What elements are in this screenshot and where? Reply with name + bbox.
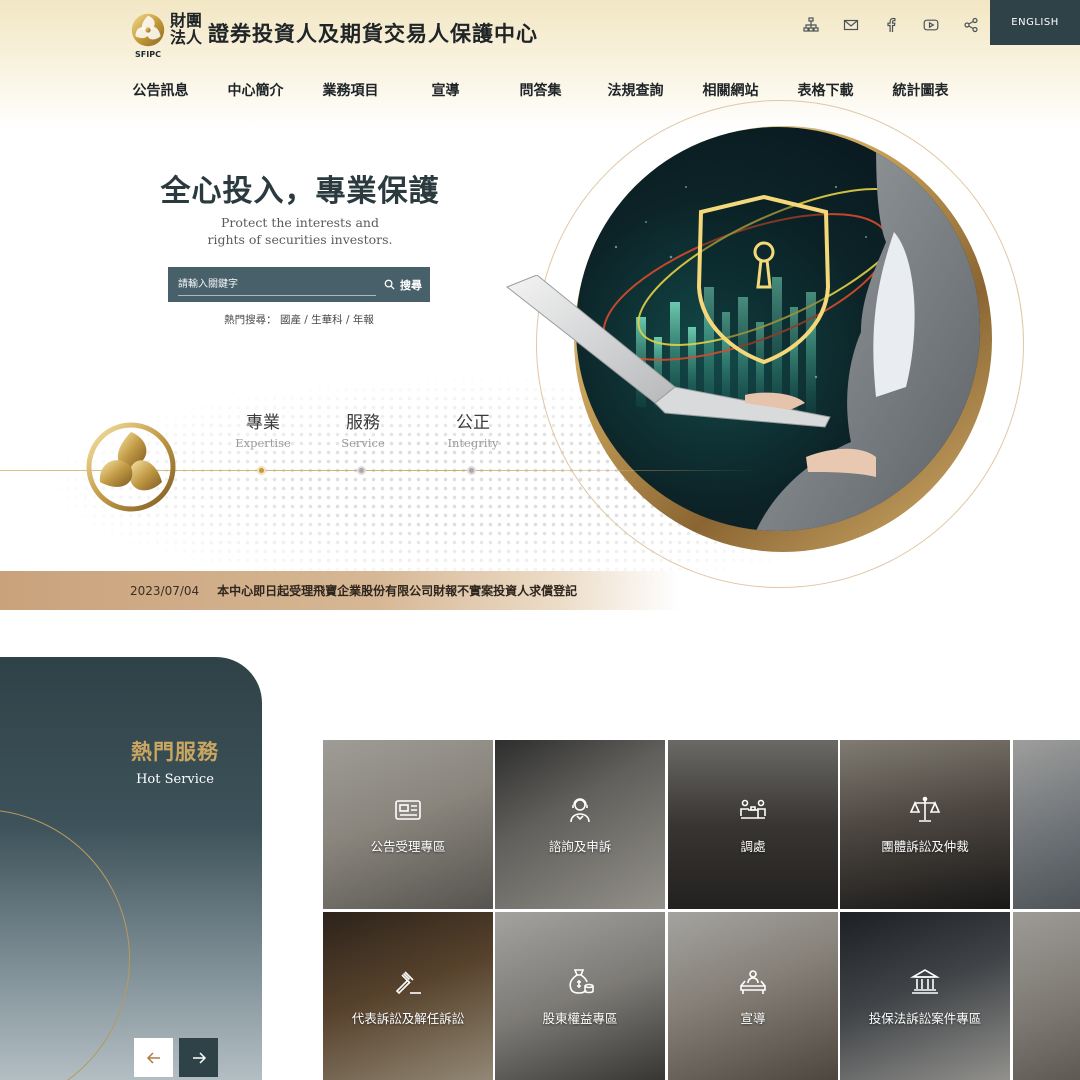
tile-label: 投保法訴訟案件專區: [868, 1011, 982, 1026]
value-label-en: Integrity: [447, 436, 499, 450]
logo-org-name: 證券投資人及期貨交易人保護中心: [208, 21, 539, 46]
panel-decorative-circle: [0, 809, 130, 1080]
main-navigation: 公告訊息 中心簡介 業務項目 宣導 問答集 法規查詢 相關網站 表格下載 統計圖…: [113, 80, 968, 100]
hot-search: 熱門搜尋： 國產 / 生華科 / 年報: [168, 312, 430, 327]
scales-icon: [909, 794, 941, 826]
value-integrity: 公正 Integrity: [423, 408, 523, 450]
nav-item-statistics[interactable]: 統計圖表: [873, 80, 968, 100]
value-label-zh: 公正: [456, 413, 490, 433]
lecture-icon: [737, 966, 769, 998]
arrow-right-icon: [192, 1051, 206, 1064]
mail-icon[interactable]: [840, 14, 862, 36]
search-button-label: 搜尋: [400, 278, 422, 292]
tile-label: 團體訴訟及仲裁: [881, 839, 969, 854]
search-icon: [384, 279, 395, 290]
hot-search-keyword[interactable]: 生華科: [311, 314, 343, 326]
nav-item-advocacy[interactable]: 宣導: [398, 80, 493, 100]
customer-service-icon: [564, 794, 596, 826]
hero-subtitle: Protect the interests and rights of secu…: [150, 214, 450, 248]
tile-mediation[interactable]: 調處: [668, 740, 838, 909]
tile-partial-next[interactable]: [1013, 740, 1080, 909]
value-service: 服務 Service: [313, 408, 413, 450]
tile-consultation-complaint[interactable]: 諮詢及申訴: [495, 740, 665, 909]
youtube-icon[interactable]: [920, 14, 942, 36]
nav-item-regulations[interactable]: 法規查詢: [588, 80, 683, 100]
nav-item-forms[interactable]: 表格下載: [778, 80, 873, 100]
hot-service-subtitle: Hot Service: [136, 772, 214, 787]
value-label-zh: 專業: [246, 413, 280, 433]
gavel-icon: [392, 966, 424, 998]
search-box: 搜尋: [168, 267, 430, 302]
search-input[interactable]: [178, 273, 376, 296]
news-headline-link[interactable]: 本中心即日起受理飛寶企業股份有限公司財報不實案投資人求償登記: [217, 582, 577, 599]
news-ticker: 2023/07/04 本中心即日起受理飛寶企業股份有限公司財報不實案投資人求償登…: [0, 571, 680, 610]
sfipc-emblem-icon: SFIPC: [130, 12, 166, 60]
logo-prefix-line-2: 法人: [170, 28, 203, 47]
value-dot-service[interactable]: [357, 466, 366, 475]
hero-subtitle-line-2: rights of securities investors.: [207, 232, 393, 247]
tile-class-action-arbitration[interactable]: 團體訴訟及仲裁: [840, 740, 1010, 909]
nav-item-announcements[interactable]: 公告訊息: [113, 80, 208, 100]
carousel-prev-button[interactable]: [134, 1038, 173, 1077]
hot-service-tiles: 公告受理專區 諮詢及申訴 調處 團體訴訟及仲裁 代表訴訟及解任訴訟 股東權益專區…: [323, 740, 1080, 1080]
laptop-illustration: [505, 274, 835, 435]
tile-partial-next[interactable]: [1013, 912, 1080, 1080]
nav-item-faq[interactable]: 問答集: [493, 80, 588, 100]
value-label-en: Service: [341, 436, 385, 450]
utility-bar: [800, 14, 982, 36]
carousel-next-button[interactable]: [179, 1038, 218, 1077]
hot-service-panel: [0, 657, 262, 1080]
hot-search-label: 熱門搜尋：: [224, 314, 277, 326]
english-language-button[interactable]: ENGLISH: [990, 0, 1080, 45]
tile-label: 股東權益專區: [542, 1011, 618, 1026]
hot-search-keyword[interactable]: 年報: [353, 314, 374, 326]
tile-label: 宣導: [740, 1011, 766, 1026]
arrow-left-icon: [146, 1051, 160, 1064]
value-expertise: 專業 Expertise: [213, 408, 313, 450]
hot-search-keyword[interactable]: 國產: [280, 314, 301, 326]
value-dot-expertise[interactable]: [257, 466, 266, 475]
hero-title: 全心投入，專業保護: [160, 174, 440, 209]
sitemap-icon[interactable]: [800, 14, 822, 36]
hero-subtitle-line-1: Protect the interests and: [221, 215, 379, 230]
hot-service-title: 熱門服務: [131, 739, 219, 764]
hot-search-separator: /: [342, 314, 353, 326]
share-icon[interactable]: [960, 14, 982, 36]
logo-org-type: 財團 法人: [170, 12, 202, 46]
sfipc-emblem-large-icon: [86, 422, 176, 512]
news-date: 2023/07/04: [130, 583, 200, 598]
tile-label: 公告受理專區: [370, 839, 446, 854]
tile-shareholder-rights[interactable]: 股東權益專區: [495, 912, 665, 1080]
tile-label: 代表訴訟及解任訴訟: [351, 1011, 465, 1026]
site-logo[interactable]: SFIPC 財團 法人 證券投資人及期貨交易人保護中心: [130, 12, 538, 60]
mediation-table-icon: [737, 794, 769, 826]
tile-announcement-zone[interactable]: 公告受理專區: [323, 740, 493, 909]
announcement-board-icon: [392, 794, 424, 826]
tile-label: 諮詢及申訴: [548, 839, 612, 854]
tile-derivative-lawsuit[interactable]: 代表訴訟及解任訴訟: [323, 912, 493, 1080]
tile-investor-protection-cases[interactable]: 投保法訴訟案件專區: [840, 912, 1010, 1080]
hot-search-separator: /: [300, 314, 312, 326]
logo-prefix-line-1: 財團: [170, 11, 203, 30]
nav-item-services[interactable]: 業務項目: [303, 80, 398, 100]
value-dot-integrity[interactable]: [467, 466, 476, 475]
courthouse-icon: [909, 966, 941, 998]
tile-label: 調處: [740, 839, 766, 854]
tile-advocacy[interactable]: 宣導: [668, 912, 838, 1080]
value-label-zh: 服務: [346, 413, 380, 433]
nav-item-related-sites[interactable]: 相關網站: [683, 80, 778, 100]
nav-item-about[interactable]: 中心簡介: [208, 80, 303, 100]
value-label-en: Expertise: [235, 436, 291, 450]
logo-abbreviation: SFIPC: [135, 50, 161, 59]
facebook-icon[interactable]: [880, 14, 902, 36]
money-bag-icon: [564, 966, 596, 998]
search-button[interactable]: 搜尋: [384, 277, 422, 293]
